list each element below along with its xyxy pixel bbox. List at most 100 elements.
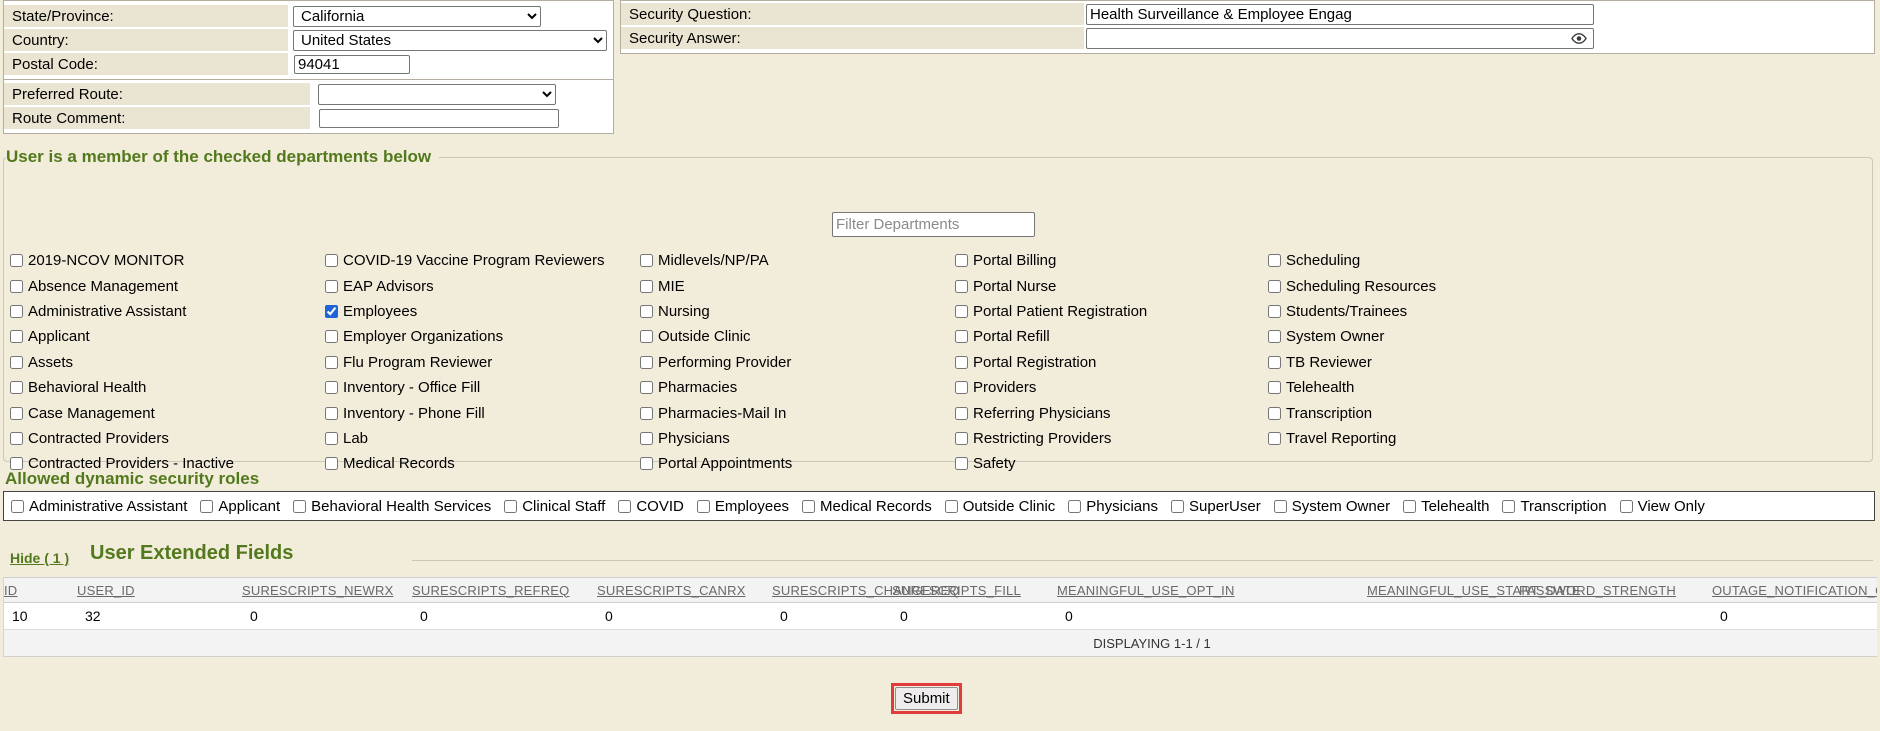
security-role-checkbox[interactable]	[697, 500, 710, 513]
department-checkbox[interactable]	[325, 254, 338, 267]
department-item[interactable]: COVID-19 Vaccine Program Reviewers	[325, 248, 637, 273]
department-checkbox[interactable]	[640, 407, 653, 420]
security-role-checkbox[interactable]	[1620, 500, 1633, 513]
department-item[interactable]: Safety	[955, 451, 1267, 476]
department-item[interactable]: Transcription	[1268, 400, 1580, 425]
column-header[interactable]: SURESCRIPTS_CHANGEREQ	[772, 578, 892, 603]
department-item[interactable]: Performing Provider	[640, 350, 952, 375]
department-checkbox[interactable]	[640, 330, 653, 343]
security-role-item[interactable]: Transcription	[1502, 498, 1606, 515]
department-checkbox[interactable]	[955, 432, 968, 445]
security-role-item[interactable]: Behavioral Health Services	[293, 498, 491, 515]
department-checkbox[interactable]	[1268, 381, 1281, 394]
country-select[interactable]: United States	[293, 30, 607, 51]
column-header[interactable]: PASSWORD_STRENGTH	[1519, 578, 1712, 603]
security-role-item[interactable]: Clinical Staff	[504, 498, 605, 515]
department-item[interactable]: Physicians	[640, 426, 952, 451]
department-item[interactable]: Portal Billing	[955, 248, 1267, 273]
security-role-item[interactable]: Employees	[697, 498, 789, 515]
department-item[interactable]: Nursing	[640, 299, 952, 324]
department-checkbox[interactable]	[10, 381, 23, 394]
security-role-item[interactable]: COVID	[618, 498, 684, 515]
security-role-checkbox[interactable]	[945, 500, 958, 513]
security-role-item[interactable]: Telehealth	[1403, 498, 1489, 515]
department-item[interactable]: EAP Advisors	[325, 273, 637, 298]
department-item[interactable]: Portal Registration	[955, 350, 1267, 375]
column-header[interactable]: SURESCRIPTS_FILL	[892, 578, 1057, 603]
department-item[interactable]: Portal Appointments	[640, 451, 952, 476]
department-checkbox[interactable]	[955, 254, 968, 267]
department-item[interactable]: Telehealth	[1268, 375, 1580, 400]
department-item[interactable]: Assets	[10, 350, 322, 375]
department-item[interactable]: Employer Organizations	[325, 324, 637, 349]
department-checkbox[interactable]	[10, 254, 23, 267]
department-checkbox[interactable]	[325, 381, 338, 394]
department-item[interactable]: Medical Records	[325, 451, 637, 476]
submit-button[interactable]: Submit	[895, 687, 958, 710]
department-checkbox[interactable]	[1268, 330, 1281, 343]
department-item[interactable]: Scheduling	[1268, 248, 1580, 273]
department-checkbox[interactable]	[640, 280, 653, 293]
department-item[interactable]: System Owner	[1268, 324, 1580, 349]
department-checkbox[interactable]	[640, 432, 653, 445]
department-item[interactable]: Pharmacies-Mail In	[640, 400, 952, 425]
state-province-select[interactable]: California	[293, 6, 541, 27]
department-item[interactable]: Providers	[955, 375, 1267, 400]
security-role-item[interactable]: Physicians	[1068, 498, 1158, 515]
department-item[interactable]: 2019-NCOV MONITOR	[10, 248, 322, 273]
department-checkbox[interactable]	[1268, 356, 1281, 369]
department-item[interactable]: Scheduling Resources	[1268, 273, 1580, 298]
department-checkbox[interactable]	[640, 356, 653, 369]
security-role-checkbox[interactable]	[1171, 500, 1184, 513]
department-checkbox[interactable]	[640, 457, 653, 470]
security-role-item[interactable]: SuperUser	[1171, 498, 1261, 515]
security-role-checkbox[interactable]	[1403, 500, 1416, 513]
department-checkbox[interactable]	[325, 305, 338, 318]
department-checkbox[interactable]	[955, 381, 968, 394]
postal-code-input[interactable]	[294, 55, 410, 74]
security-role-checkbox[interactable]	[11, 500, 24, 513]
department-item[interactable]: Contracted Providers	[10, 426, 322, 451]
department-item[interactable]: Students/Trainees	[1268, 299, 1580, 324]
security-role-item[interactable]: System Owner	[1274, 498, 1390, 515]
department-checkbox[interactable]	[955, 305, 968, 318]
filter-departments-input[interactable]	[832, 212, 1035, 237]
security-role-checkbox[interactable]	[1502, 500, 1515, 513]
security-role-item[interactable]: Outside Clinic	[945, 498, 1056, 515]
department-item[interactable]: Lab	[325, 426, 637, 451]
security-role-checkbox[interactable]	[293, 500, 306, 513]
security-role-checkbox[interactable]	[200, 500, 213, 513]
department-item[interactable]: Absence Management	[10, 273, 322, 298]
column-header[interactable]: SURESCRIPTS_REFREQ	[412, 578, 597, 603]
column-header[interactable]: MEANINGFUL_USE_OPT_IN	[1057, 578, 1367, 603]
department-item[interactable]: Administrative Assistant	[10, 299, 322, 324]
department-checkbox[interactable]	[325, 432, 338, 445]
column-header[interactable]: OUTAGE_NOTIFICATION_OPTIN	[1712, 578, 1877, 603]
department-checkbox[interactable]	[640, 254, 653, 267]
column-header[interactable]: USER_ID	[77, 578, 242, 603]
security-role-checkbox[interactable]	[504, 500, 517, 513]
department-item[interactable]: Pharmacies	[640, 375, 952, 400]
column-header[interactable]: SURESCRIPTS_CANRX	[597, 578, 772, 603]
department-checkbox[interactable]	[1268, 432, 1281, 445]
department-checkbox[interactable]	[955, 407, 968, 420]
security-answer-input[interactable]	[1086, 28, 1594, 49]
department-item[interactable]: Travel Reporting	[1268, 426, 1580, 451]
security-question-input[interactable]	[1086, 4, 1594, 25]
security-role-item[interactable]: View Only	[1620, 498, 1705, 515]
route-comment-input[interactable]	[319, 109, 559, 128]
department-checkbox[interactable]	[325, 280, 338, 293]
security-role-checkbox[interactable]	[802, 500, 815, 513]
department-checkbox[interactable]	[1268, 407, 1281, 420]
department-checkbox[interactable]	[955, 330, 968, 343]
security-role-checkbox[interactable]	[1274, 500, 1287, 513]
department-item[interactable]: Employees	[325, 299, 637, 324]
department-checkbox[interactable]	[325, 356, 338, 369]
department-item[interactable]: Applicant	[10, 324, 322, 349]
department-checkbox[interactable]	[325, 407, 338, 420]
department-checkbox[interactable]	[1268, 254, 1281, 267]
department-item[interactable]: TB Reviewer	[1268, 350, 1580, 375]
department-checkbox[interactable]	[10, 330, 23, 343]
security-role-checkbox[interactable]	[618, 500, 631, 513]
department-item[interactable]: MIE	[640, 273, 952, 298]
